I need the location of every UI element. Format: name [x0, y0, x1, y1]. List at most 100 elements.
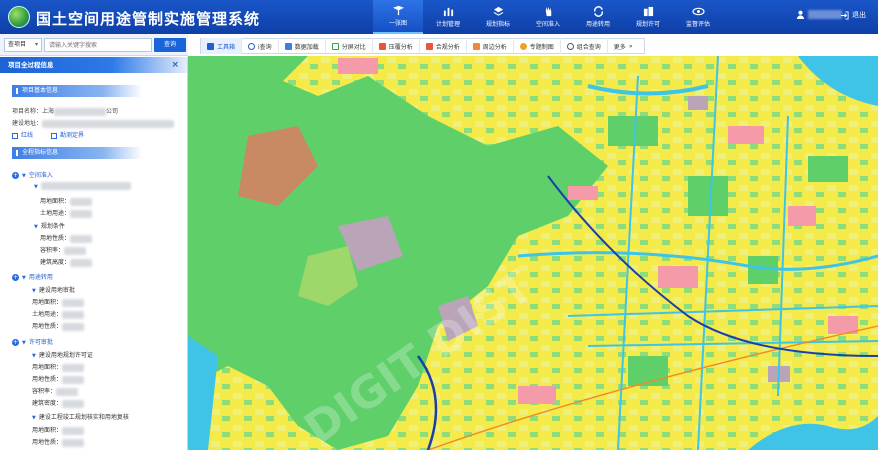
map-canvas: DIGIT DIST	[188, 56, 878, 450]
address-row: 建设地址：	[12, 118, 175, 128]
expand-icon: +	[12, 339, 19, 346]
combined-query-button[interactable]: 组合查询	[561, 38, 608, 54]
toolbar-label: 数据加载	[294, 43, 319, 51]
tree-label: 规划条件	[40, 223, 65, 230]
tree-field: 用地性质：	[40, 233, 93, 243]
search-type-select[interactable]: 查项目	[4, 38, 42, 52]
nav-supervision[interactable]: 监督评估	[673, 0, 723, 34]
redacted-text	[62, 298, 85, 307]
check-redline[interactable]: 红线	[12, 132, 33, 139]
tree-node-conversion[interactable]: + ▼ 用途转用	[12, 272, 53, 281]
land-use-map[interactable]: DIGIT DIST	[188, 56, 878, 450]
app-header: 国土空间用途管制实施管理系统 一张图 计划管理 规划指标 空间准入 用途转用 规…	[0, 0, 878, 34]
field-value: 公司	[106, 108, 119, 115]
tree-field: 用地面积：	[40, 196, 93, 206]
tree-node-access[interactable]: + ▼ 空间准入	[12, 170, 53, 179]
field-label: 土地用途：	[40, 210, 71, 217]
redacted-text	[62, 438, 85, 447]
redacted-text	[64, 246, 87, 255]
nav-label: 空间准入	[535, 21, 560, 28]
nav-indicator[interactable]: 规划指标	[473, 0, 523, 34]
logout-label: 退出	[852, 11, 866, 19]
section-process: 全程指标信息	[12, 147, 142, 159]
nav-conversion[interactable]: 用途转用	[573, 0, 623, 34]
logout-button[interactable]: 退出	[840, 10, 866, 20]
field-label: 项目名称：	[12, 108, 43, 115]
tree-label: 建设用地规划许可证	[38, 352, 93, 359]
close-icon[interactable]: ×	[171, 57, 179, 73]
caret-down-icon: ▼	[22, 275, 26, 281]
redacted-text	[54, 107, 107, 116]
field-label: 建筑密度：	[32, 400, 63, 407]
overlay-analysis-button[interactable]: 压覆分析	[373, 38, 420, 54]
expand-icon: +	[12, 274, 19, 281]
tree-label: 建设用地审批	[38, 287, 75, 294]
tree-node-approval[interactable]: ▼ 建设用地审批	[32, 285, 75, 294]
tree-label: 建设工程竣工规划核实和用地复核	[38, 414, 129, 421]
caret-down-icon: ▼	[34, 224, 38, 230]
map-pin-icon	[392, 5, 404, 16]
search-button[interactable]: 查询	[154, 38, 186, 52]
load-data-button[interactable]: 数据加载	[279, 38, 326, 54]
field-value: 上海	[42, 108, 55, 115]
thematic-mapping-button[interactable]: 专题制图	[514, 38, 561, 54]
split-screen-icon	[331, 42, 339, 50]
project-name-row: 项目名称：上海 公司	[12, 106, 118, 116]
compliance-icon	[425, 42, 433, 50]
field-label: 建筑高度：	[40, 259, 71, 266]
search-input[interactable]	[44, 38, 152, 52]
nav-label: 计划管理	[435, 21, 460, 28]
hand-icon	[545, 6, 551, 17]
nav-plan[interactable]: 计划管理	[423, 0, 473, 34]
tree-node-permit[interactable]: + ▼ 许可审批	[12, 337, 53, 346]
nav-label: 规划许可	[635, 21, 660, 28]
caret-down-icon: ▼	[32, 288, 36, 294]
toolbar-label: 周边分析	[482, 43, 507, 51]
field-label: 用地性质：	[32, 376, 63, 383]
toolbar-label: 合规分析	[435, 43, 460, 51]
redacted-text	[70, 209, 93, 218]
layers-icon	[493, 6, 503, 16]
app-title: 国土空间用途管制实施管理系统	[36, 10, 261, 28]
tree-field: 建筑高度：	[40, 257, 93, 267]
tree-node-planning-permit[interactable]: ▼ 建设用地规划许可证	[32, 350, 93, 359]
panel-header: 项目全过程信息 ×	[0, 57, 187, 73]
check-survey[interactable]: 勘测定界	[50, 132, 84, 139]
nav-permit[interactable]: 规划许可	[623, 0, 673, 34]
tree-field: 土地用途：	[40, 208, 93, 218]
redacted-text	[62, 375, 85, 384]
nav-access[interactable]: 空间准入	[523, 0, 573, 34]
toolbar-label: 组合查询	[576, 43, 601, 51]
tree-field: 用地面积：	[32, 425, 85, 435]
building-icon	[643, 6, 653, 17]
caret-down-icon: ▼	[22, 340, 26, 346]
project-info-panel: 项目全过程信息 × 项目基本信息 项目名称：上海 公司 建设地址： 红线 勘测定界…	[0, 57, 188, 450]
toolbar-label: 更多	[613, 43, 626, 51]
checkbox-icon	[50, 132, 57, 139]
user-menu[interactable]	[796, 10, 842, 19]
user-name-redacted	[808, 10, 842, 19]
tree-node-planning[interactable]: ▼ 规划条件	[34, 221, 65, 230]
compliance-analysis-button[interactable]: 合规分析	[420, 38, 467, 54]
field-label: 用地性质：	[32, 323, 63, 330]
nav-map[interactable]: 一张图	[373, 0, 423, 34]
field-label: 土地用途：	[32, 311, 63, 318]
refresh-icon	[593, 6, 603, 17]
surrounding-analysis-button[interactable]: 周边分析	[467, 38, 514, 54]
nav-label: 一张图	[388, 20, 407, 27]
database-icon	[284, 42, 292, 50]
tree-node-engineering[interactable]: ▼ 建设工程竣工规划核实和用地复核	[32, 412, 129, 421]
redacted-text	[62, 363, 85, 372]
tree-node-item[interactable]: ▼	[34, 182, 131, 190]
toolbox-button[interactable]: 工具箱	[201, 38, 243, 54]
caret-down-icon: ▼	[32, 415, 36, 421]
overlay-icon	[378, 42, 386, 50]
tree-label: 空间准入	[28, 172, 53, 179]
more-button[interactable]: 更多»	[608, 38, 639, 54]
check-label: 勘测定界	[59, 132, 84, 139]
nav-label: 监督评估	[685, 21, 710, 28]
split-compare-button[interactable]: 分屏对比	[326, 38, 373, 54]
tree-field: 用地面积：	[32, 362, 85, 372]
tree-field: 土地用途：	[32, 309, 85, 319]
identify-button[interactable]: i查询	[242, 38, 279, 54]
